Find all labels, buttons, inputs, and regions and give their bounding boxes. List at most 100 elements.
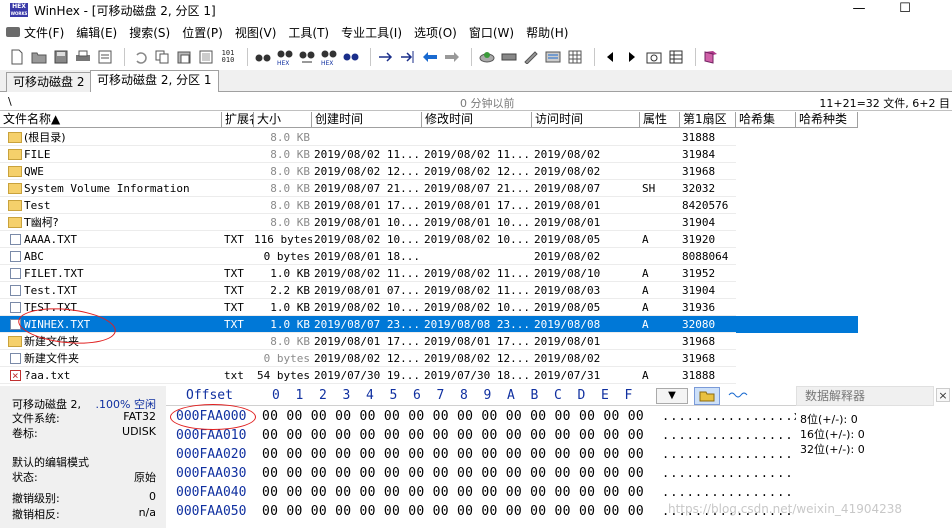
map-icon[interactable] [667,48,685,66]
menu-search[interactable]: 搜索(S) [123,24,176,41]
snapshot-icon[interactable] [645,48,663,66]
file-attr-cell: A [640,282,680,299]
column-header-attr[interactable]: 属性 [640,112,680,128]
file-row[interactable]: ?aa.txttxt54 bytes2019/07/30 19...2019/0… [0,367,858,384]
goto-offset-icon[interactable] [399,48,417,66]
maximize-button[interactable]: ☐ [882,0,928,20]
hex-clip-icon[interactable]: 101 010 [219,48,237,66]
tab-removable-disk-2[interactable]: 可移动磁盘 2 [6,72,92,92]
hex-row[interactable]: 000FAA040 00 00 00 00 00 00 00 00 00 00 0… [166,483,796,502]
hex-offset: 000FAA000 [176,409,247,424]
save-icon[interactable] [52,48,70,66]
file-row[interactable]: 新建文件夹 0 bytes 2019/08/02 12... 2019/08/02 1… [0,350,858,367]
folder-icon [8,336,22,347]
file-row[interactable]: WINHEX.TXT TXT 1.0 KB 2019/08/07 23... 2019/… [0,316,858,333]
file-row[interactable]: Test 8.0 KB 2019/08/01 17... 2019/08/01 17.… [0,197,858,214]
column-header-name[interactable]: 文件名称▲ [0,112,222,128]
menu-tools[interactable]: 工具(T) [282,24,335,41]
print-icon[interactable] [74,48,92,66]
goto-icon[interactable] [377,48,395,66]
tools-icon[interactable] [522,48,540,66]
ram-icon[interactable] [500,48,518,66]
file-created-cell: 2019/08/01 17... [312,197,422,214]
file-created-cell: 2019/08/01 18... [312,248,422,265]
undo-icon[interactable] [131,48,149,66]
file-row[interactable]: T幽柯? 8.0 KB 2019/08/01 10... 2019/08/01 10.… [0,214,858,231]
file-row[interactable]: System Volume Information 8.0 KB 2019/08/0… [0,180,858,197]
file-row[interactable]: (根目录) 8.0 KB 31888 [0,129,858,146]
new-icon[interactable] [8,48,26,66]
menu-view[interactable]: 视图(V) [229,24,283,41]
file-name-cell: FILET.TXT [0,265,222,282]
replace-hex-icon[interactable]: HEX [320,48,338,66]
column-header-modified[interactable]: 修改时间 [422,112,532,128]
file-created-cell: 2019/08/02 11... [312,265,422,282]
hex-ascii: ................ [662,466,794,480]
file-row[interactable]: TEST.TXT TXT 1.0 KB 2019/08/02 10... 2019/08… [0,299,858,316]
column-header-hash-set[interactable]: 哈希集 [736,112,796,128]
open-icon[interactable] [30,48,48,66]
data-interpreter-title[interactable]: 数据解释器 [796,386,934,406]
disk-icon[interactable] [478,48,496,66]
file-accessed-cell: 2019/08/02 [532,163,640,180]
calculator-icon[interactable] [544,48,562,66]
hex-row[interactable]: 000FAA010 00 00 00 00 00 00 00 00 00 00 0… [166,426,796,445]
back-icon[interactable] [421,48,439,66]
minimize-button[interactable]: — [836,0,882,20]
close-icon[interactable]: × [936,388,950,402]
hex-offset: 000FAA050 [176,504,247,519]
file-attr-cell: A [640,316,680,333]
file-sector-cell: 31984 [680,146,736,163]
copy-icon[interactable] [153,48,171,66]
file-name: 新建文件夹 [24,352,79,365]
menu-pro-tools[interactable]: 专业工具(I) [335,24,408,41]
column-header-ext[interactable]: 扩展名 [222,112,254,128]
hex-bytes: 00 00 00 00 00 00 00 00 00 00 00 00 00 0… [262,409,644,424]
file-row[interactable]: QWE 8.0 KB 2019/08/02 12... 2019/08/02 12..… [0,163,858,180]
dropdown-arrow-icon[interactable]: ▼ [656,388,688,404]
file-row[interactable]: ABC 0 bytes 2019/08/01 18... 2019/08/02 8088… [0,248,858,265]
replace-icon[interactable] [298,48,316,66]
hex-row[interactable]: 000FAA030 00 00 00 00 00 00 00 00 00 00 0… [166,464,796,483]
file-sector-cell: 31888 [680,367,736,384]
file-created-cell: 2019/08/01 17... [312,333,422,350]
menu-position[interactable]: 位置(P) [176,24,229,41]
menu-file[interactable]: 文件(F) [0,24,70,41]
file-row[interactable]: 新建文件夹 8.0 KB 2019/08/01 17... 2019/08/01 17… [0,333,858,350]
folder-view-icon[interactable] [694,387,720,405]
file-accessed-cell [532,129,640,146]
file-row[interactable]: FILE 8.0 KB 2019/08/02 11... 2019/08/02 11.… [0,146,858,163]
menu-options[interactable]: 选项(O) [408,24,463,41]
tab-removable-disk-2-partition-1[interactable]: 可移动磁盘 2, 分区 1 [90,70,219,92]
find-icon[interactable] [254,48,272,66]
path-bar: \ 0 分钟以前 11+21=32 文件, 6+2 目 [0,93,952,111]
file-row[interactable]: FILET.TXT TXT 1.0 KB 2019/08/02 11... 2019/0… [0,265,858,282]
column-header-accessed[interactable]: 访问时间 [532,112,640,128]
hex-row[interactable]: 000FAA000 00 00 00 00 00 00 00 00 00 00 0… [166,407,801,426]
column-header-first-sector[interactable]: 第1扇区 [680,112,736,128]
find-next-icon[interactable] [342,48,360,66]
hex-row[interactable]: 000FAA020 00 00 00 00 00 00 00 00 00 00 0… [166,445,796,464]
file-name-cell: T幽柯? [0,214,222,231]
file-row[interactable]: AAAA.TXT TXT 116 bytes 2019/08/02 10... 2019… [0,231,858,248]
column-header-size[interactable]: 大小 [254,112,312,128]
column-header-hash-type[interactable]: 哈希种类 [796,112,858,128]
file-row[interactable]: Test.TXT TXT 2.2 KB 2019/08/01 07... 2019/08… [0,282,858,299]
menu-help[interactable]: 帮助(H) [520,24,574,41]
current-path[interactable]: \ [8,95,12,108]
next-icon[interactable] [623,48,641,66]
help-book-icon[interactable] [702,48,720,66]
wave-view-icon[interactable] [726,387,752,405]
column-header-created[interactable]: 创建时间 [312,112,422,128]
forward-icon[interactable] [443,48,461,66]
grid-icon[interactable] [566,48,584,66]
properties-icon[interactable] [96,48,114,66]
file-sector-cell: 31904 [680,282,736,299]
menu-window[interactable]: 窗口(W) [463,24,520,41]
paste-special-icon[interactable] [197,48,215,66]
find-hex-icon[interactable]: HEX [276,48,294,66]
file-attr-cell [640,129,680,146]
prev-icon[interactable] [601,48,619,66]
paste-icon[interactable] [175,48,193,66]
menu-edit[interactable]: 编辑(E) [70,24,123,41]
